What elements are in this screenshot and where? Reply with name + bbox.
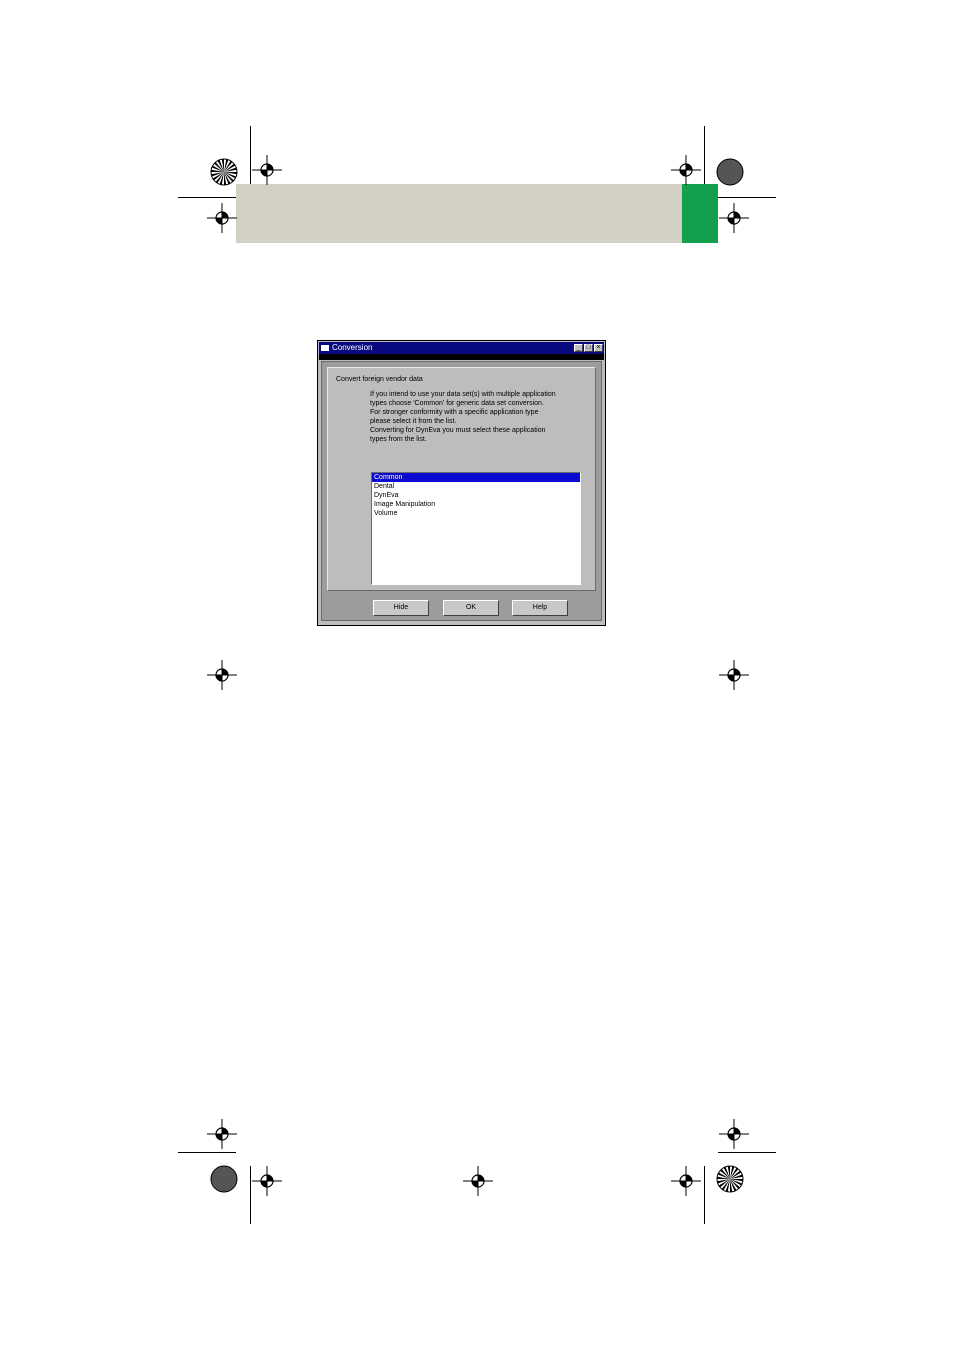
crop-line [178,1152,236,1153]
registration-mark-icon [252,1166,282,1196]
crop-line [178,197,236,198]
star-target-icon [716,1165,744,1193]
crop-line [718,197,776,198]
registration-mark-icon [207,660,237,690]
application-type-list[interactable]: Common Dental DynEva Image Manipulation … [371,472,581,585]
registration-mark-icon [463,1166,493,1196]
description-line: For stronger conformity with a specific … [370,409,539,416]
maximize-button[interactable]: □ [584,344,593,352]
title-bar[interactable]: Conversion _ □ × [319,342,604,354]
page-header-band [236,184,682,243]
description-line: types choose 'Common' for generic data s… [370,400,544,407]
list-item-common[interactable]: Common [372,473,580,482]
page-header-tab [682,184,718,243]
description-line: If you intend to use your data set(s) wi… [370,391,556,398]
ok-button[interactable]: OK [443,600,499,616]
crop-line [250,1166,251,1224]
star-target-icon [716,158,744,186]
registration-mark-icon [671,1166,701,1196]
minimize-button[interactable]: _ [574,344,583,352]
description-line: Converting for DynEva you must select th… [370,427,546,434]
star-target-icon [210,158,238,186]
menu-strip [319,354,604,360]
dialog-body: Convert foreign vendor data If you inten… [321,361,602,621]
content-panel: Convert foreign vendor data If you inten… [327,367,596,591]
registration-mark-icon [719,203,749,233]
panel-heading: Convert foreign vendor data [336,376,423,383]
window-title: Conversion [332,343,373,352]
registration-mark-icon [719,660,749,690]
hide-button[interactable]: Hide [373,600,429,616]
list-item-volume[interactable]: Volume [372,509,580,518]
registration-mark-icon [671,155,701,185]
list-item-dental[interactable]: Dental [372,482,580,491]
list-item-image-manipulation[interactable]: Image Manipulation [372,500,580,509]
conversion-window: Conversion _ □ × Convert foreign vendor … [317,340,606,626]
close-button[interactable]: × [594,344,603,352]
description-text: If you intend to use your data set(s) wi… [370,390,590,444]
star-target-icon [210,1165,238,1193]
crop-line [718,1152,776,1153]
crop-line [704,126,705,184]
help-button[interactable]: Help [512,600,568,616]
description-line: please select it from the list. [370,418,457,425]
crop-line [704,1166,705,1224]
registration-mark-icon [719,1119,749,1149]
registration-mark-icon [252,155,282,185]
registration-mark-icon [207,203,237,233]
description-line: types from the list. [370,436,427,443]
window-icon [321,345,329,351]
crop-line [250,126,251,184]
list-item-dyneva[interactable]: DynEva [372,491,580,500]
registration-mark-icon [207,1119,237,1149]
